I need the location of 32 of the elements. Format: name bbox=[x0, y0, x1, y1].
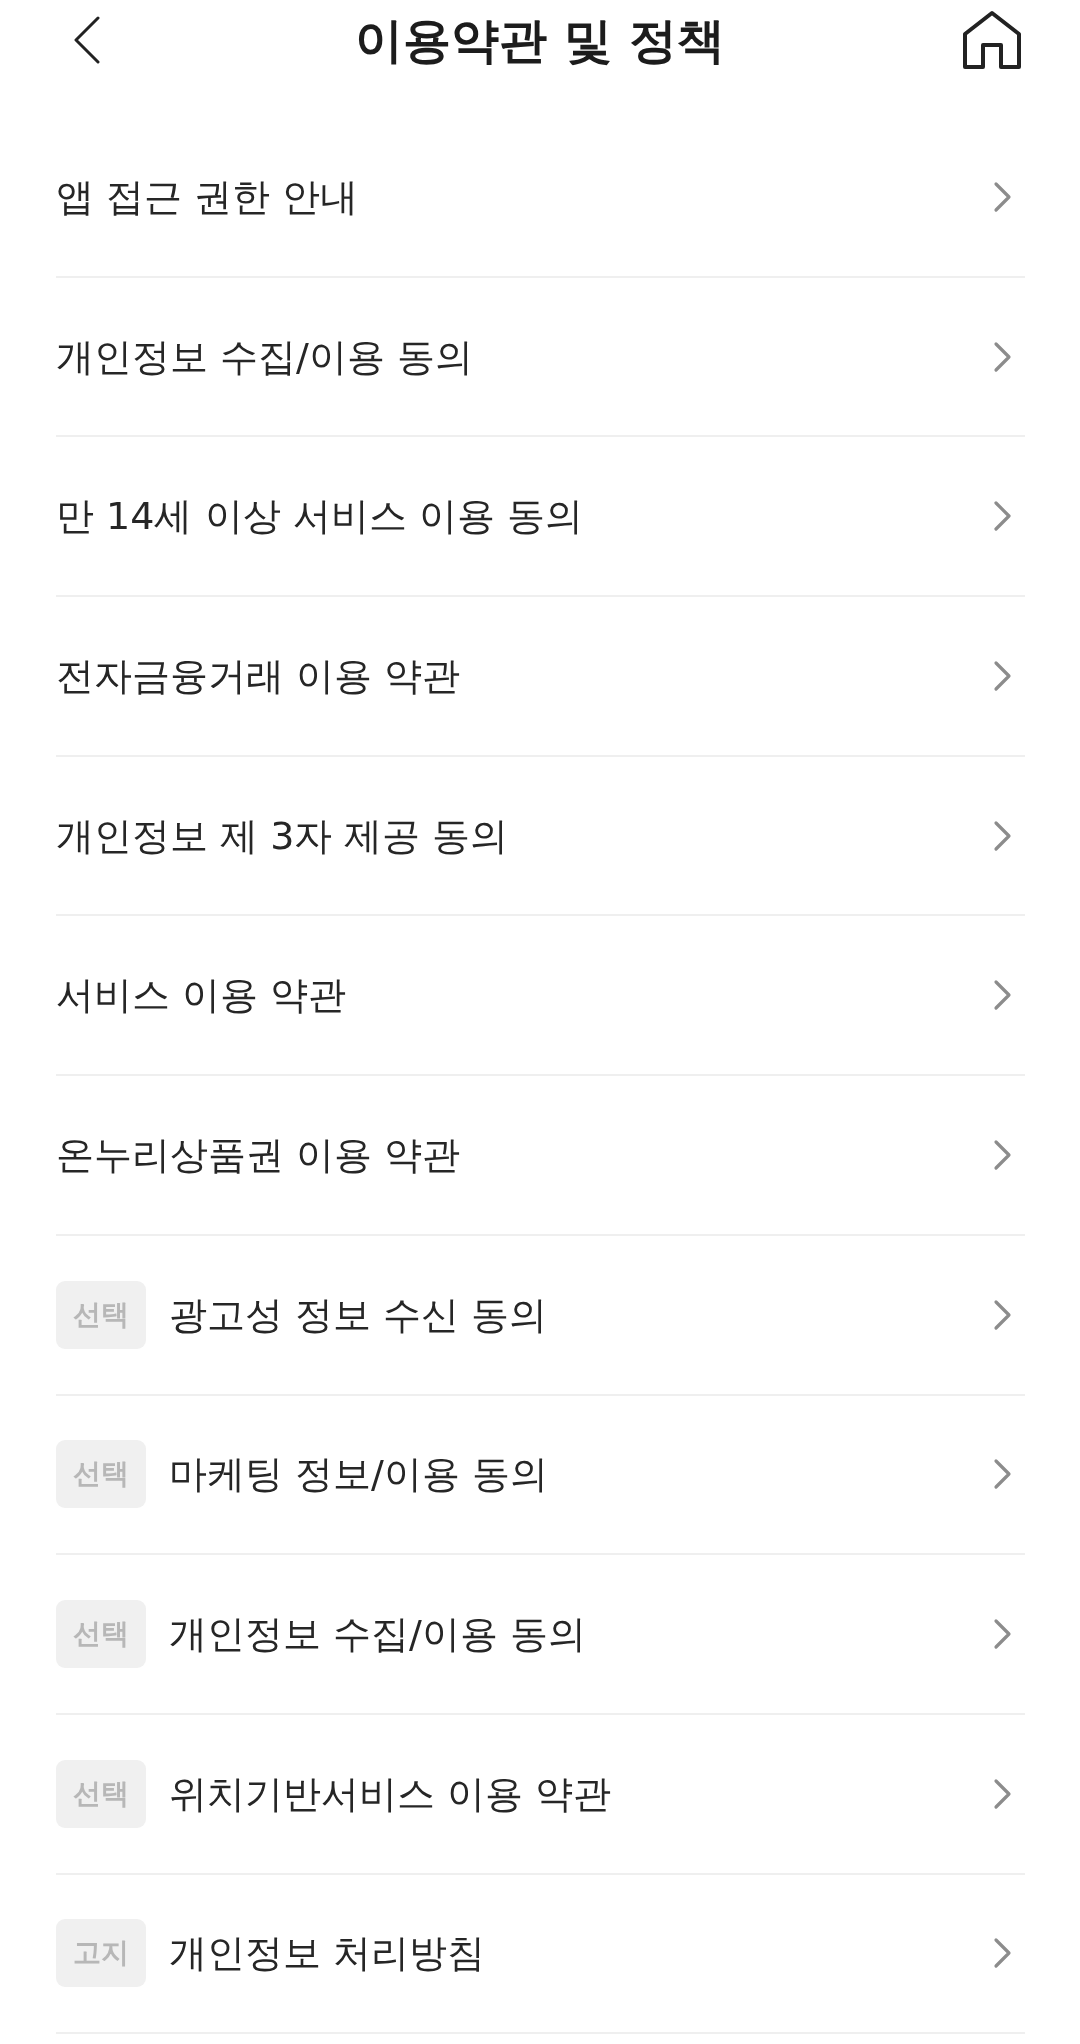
chevron-right-icon bbox=[993, 819, 1012, 852]
menu-item-label[interactable]: 위치기반서비스 이용 약관 bbox=[169, 1769, 612, 1818]
menu-item-label[interactable]: 만 14세 이상 서비스 이용 동의 bbox=[56, 492, 583, 541]
chevron-right-icon bbox=[993, 1138, 1012, 1171]
chevron-right-icon bbox=[993, 1458, 1012, 1491]
menu-item-label[interactable]: 개인정보 처리방침 bbox=[169, 1929, 486, 1978]
menu-item-label[interactable]: 앱 접근 권한 안내 bbox=[56, 172, 359, 221]
chevron-right-icon bbox=[993, 1298, 1012, 1331]
menu-item-label[interactable]: 마케팅 정보/이용 동의 bbox=[169, 1450, 548, 1499]
menu-item-label[interactable]: 개인정보 수집/이용 동의 bbox=[169, 1610, 586, 1659]
menu-item-label[interactable]: 개인정보 수집/이용 동의 bbox=[56, 332, 473, 381]
chevron-right-icon bbox=[993, 659, 1012, 692]
category-tag: 선택 bbox=[56, 1600, 146, 1669]
menu-item-label[interactable]: 서비스 이용 약관 bbox=[56, 971, 347, 1020]
chevron-right-icon bbox=[993, 1777, 1012, 1810]
category-tag: 선택 bbox=[56, 1280, 146, 1349]
category-tag: 선택 bbox=[56, 1759, 146, 1828]
page-title: 이용약관 및 정책 bbox=[355, 11, 725, 70]
chevron-right-icon bbox=[993, 1937, 1012, 1970]
menu-item-label[interactable]: 전자금융거래 이용 약관 bbox=[56, 651, 461, 700]
chevron-right-icon bbox=[993, 340, 1012, 373]
back-icon[interactable] bbox=[73, 16, 101, 64]
chevron-right-icon bbox=[993, 500, 1012, 533]
menu-item-label[interactable]: 개인정보 제 3자 제공 동의 bbox=[56, 811, 509, 860]
chevron-right-icon bbox=[993, 1618, 1012, 1651]
chevron-right-icon bbox=[993, 180, 1012, 213]
menu-item-label[interactable]: 온누리상품권 이용 약관 bbox=[56, 1130, 461, 1179]
category-tag: 고지 bbox=[56, 1919, 146, 1988]
menu-item-label[interactable]: 광고성 정보 수신 동의 bbox=[169, 1290, 548, 1339]
home-icon[interactable] bbox=[962, 10, 1022, 70]
category-tag: 선택 bbox=[56, 1440, 146, 1509]
chevron-right-icon bbox=[993, 979, 1012, 1012]
